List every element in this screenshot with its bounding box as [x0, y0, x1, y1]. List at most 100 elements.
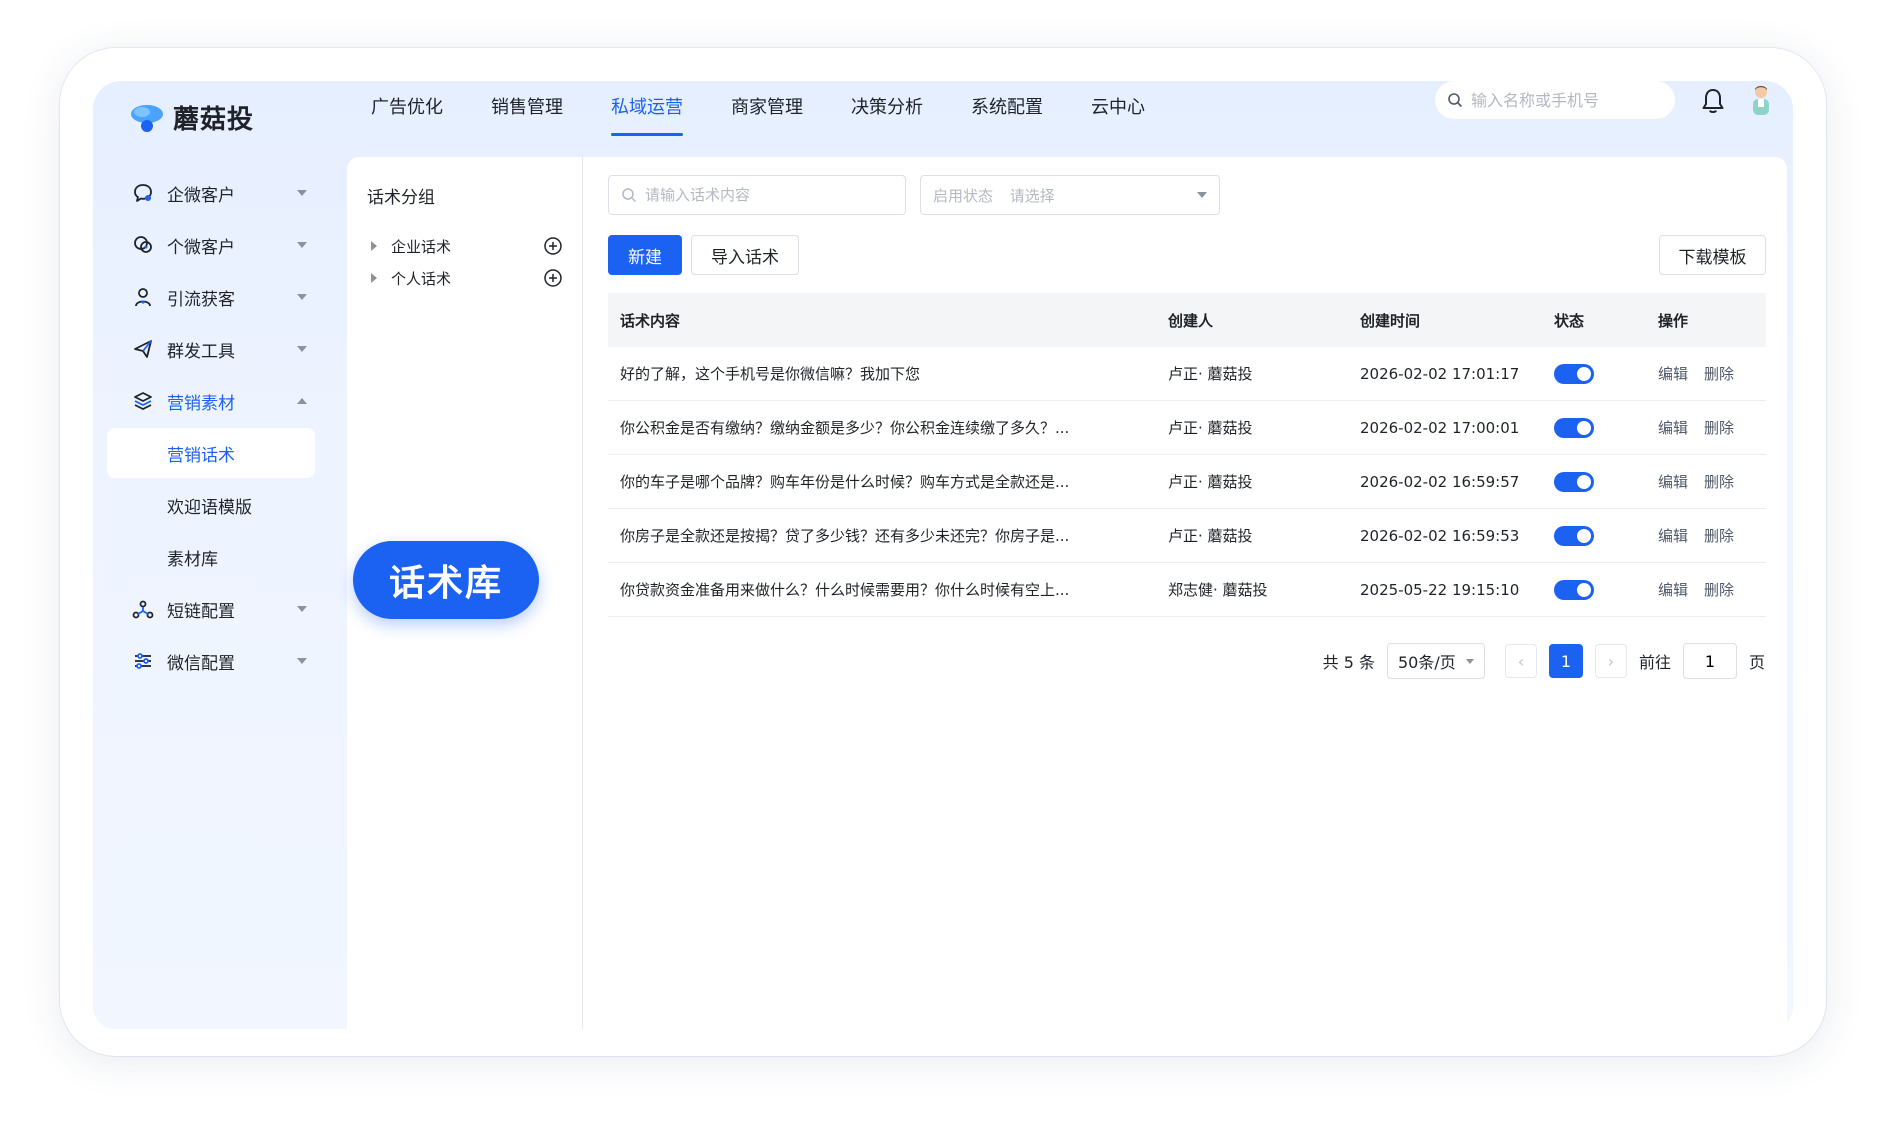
sidebar-subitem-material-library[interactable]: 素材库	[107, 532, 315, 582]
sidebar-item-label: 营销素材	[167, 393, 235, 414]
new-button[interactable]: 新建	[608, 235, 682, 275]
header-actions: 操作	[1658, 311, 1689, 330]
cell-creator: 卢正· 蘑菇投	[1168, 527, 1253, 545]
next-page-button[interactable]: ›	[1594, 644, 1627, 678]
sidebar-item-wecom-customers[interactable]: 企微客户	[107, 167, 315, 219]
network-icon	[131, 597, 155, 621]
groups-title: 话术分组	[367, 188, 435, 208]
status-toggle[interactable]	[1554, 579, 1594, 600]
page-number-current[interactable]: 1	[1548, 644, 1583, 678]
chevron-down-icon	[297, 658, 307, 664]
scripts-table: 话术内容 创建人 创建时间 状态 操作 好的了解，这个手机号是你微信嘛？我加下您…	[608, 293, 1766, 617]
edit-button[interactable]: 编辑	[1658, 525, 1688, 546]
top-navbar: 蘑菇投 广告优化 销售管理 私域运营 商家管理 决策分析 系统配置 云中心	[93, 81, 1793, 157]
app-window: 蘑菇投 广告优化 销售管理 私域运营 商家管理 决策分析 系统配置 云中心 输入…	[93, 81, 1793, 1029]
edit-button[interactable]: 编辑	[1658, 417, 1688, 438]
table-row: 你贷款资金准备用来做什么？什么时候需要用？你什么时候有空上... 郑志健· 蘑菇…	[608, 563, 1766, 617]
nav-cloud-center[interactable]: 云中心	[1067, 81, 1169, 157]
status-toggle[interactable]	[1554, 363, 1594, 384]
delete-button[interactable]: 删除	[1704, 579, 1734, 600]
download-template-button[interactable]: 下载模板	[1659, 235, 1766, 275]
chevron-down-icon	[297, 242, 307, 248]
nav-ad-optimization[interactable]: 广告优化	[347, 81, 467, 157]
sliders-icon	[131, 649, 155, 673]
nav-system-config[interactable]: 系统配置	[947, 81, 1067, 157]
cell-creator: 卢正· 蘑菇投	[1168, 419, 1253, 437]
goto-page-input[interactable]	[1682, 643, 1737, 679]
cell-time: 2026-02-02 16:59:53	[1360, 526, 1520, 545]
user-icon	[131, 285, 155, 309]
cell-time: 2026-02-02 17:00:01	[1360, 418, 1520, 437]
group-item-enterprise[interactable]: 企业话术	[367, 231, 563, 261]
group-item-personal[interactable]: 个人话术	[367, 263, 563, 293]
nav-merchant-management[interactable]: 商家管理	[707, 81, 827, 157]
caret-right-icon[interactable]	[371, 241, 377, 251]
header-content: 话术内容	[620, 311, 681, 330]
table-row: 好的了解，这个手机号是你微信嘛？我加下您 卢正· 蘑菇投 2026-02-02 …	[608, 347, 1766, 401]
group-item-label: 个人话术	[391, 269, 452, 288]
delete-button[interactable]: 删除	[1704, 363, 1734, 384]
status-select[interactable]: 启用状态 请选择	[920, 175, 1220, 215]
caret-right-icon[interactable]	[371, 273, 377, 283]
cell-content: 你房子是全款还是按揭？贷了多少钱？还有多少未还完？你房子是...	[620, 527, 1070, 545]
global-search-input[interactable]	[1471, 90, 1661, 110]
delete-button[interactable]: 删除	[1704, 417, 1734, 438]
layers-icon	[131, 389, 155, 413]
search-icon	[1448, 93, 1463, 108]
scripts-main: 启用状态 请选择 新建 导入话术 下载模板 话术内容 创建人 创建时间 状态 操…	[583, 157, 1787, 1029]
pagination: 共 5 条 50条/页 ‹ 1 › 前往 页	[1323, 643, 1765, 679]
sidebar-item-personal-wechat[interactable]: 个微客户	[107, 219, 315, 271]
cell-content: 你公积金是否有缴纳？缴纳金额是多少？你公积金连续缴了多久？...	[620, 419, 1070, 437]
cell-time: 2026-02-02 17:01:17	[1360, 364, 1520, 383]
header-created-time: 创建时间	[1360, 311, 1421, 330]
edit-button[interactable]: 编辑	[1658, 471, 1688, 492]
chevron-down-icon	[297, 294, 307, 300]
content-search[interactable]	[608, 175, 906, 215]
cell-time: 2025-05-22 19:15:10	[1360, 580, 1520, 599]
prev-page-button[interactable]: ‹	[1504, 644, 1537, 678]
status-toggle[interactable]	[1554, 471, 1594, 492]
sidebar-item-label: 个微客户	[167, 237, 235, 258]
app-name: 蘑菇投	[173, 105, 255, 135]
content-panel: 话术分组 企业话术 个人话术 启用状态	[347, 157, 1787, 1029]
status-toggle[interactable]	[1554, 417, 1594, 438]
edit-button[interactable]: 编辑	[1658, 579, 1688, 600]
sidebar-item-wechat-config[interactable]: 微信配置	[107, 635, 315, 687]
logo[interactable]: 蘑菇投	[129, 99, 254, 136]
page-size-value: 50条/页	[1397, 653, 1456, 672]
nav-private-domain[interactable]: 私域运营	[587, 81, 707, 157]
bell-icon[interactable]	[1700, 87, 1726, 115]
content-search-input[interactable]	[645, 186, 865, 204]
add-circle-icon[interactable]	[543, 268, 563, 288]
status-select-label: 启用状态	[933, 186, 994, 205]
group-item-label: 企业话术	[391, 237, 452, 256]
cell-time: 2026-02-02 16:59:57	[1360, 472, 1520, 491]
table-row: 你的车子是哪个品牌？购车年份是什么时候？购车方式是全款还是... 卢正· 蘑菇投…	[608, 455, 1766, 509]
sidebar-item-marketing-materials[interactable]: 营销素材	[107, 375, 315, 427]
main-nav: 广告优化 销售管理 私域运营 商家管理 决策分析 系统配置 云中心	[347, 81, 1169, 157]
sidebar-item-mass-send[interactable]: 群发工具	[107, 323, 315, 375]
cell-creator: 卢正· 蘑菇投	[1168, 365, 1253, 383]
sidebar-subitem-marketing-scripts[interactable]: 营销话术	[107, 428, 315, 478]
send-icon	[131, 337, 155, 361]
delete-button[interactable]: 删除	[1704, 525, 1734, 546]
sidebar-subitem-welcome-templates[interactable]: 欢迎语模版	[107, 480, 315, 530]
sidebar-item-short-link[interactable]: 短链配置	[107, 583, 315, 635]
edit-button[interactable]: 编辑	[1658, 363, 1688, 384]
page-size-select[interactable]: 50条/页	[1386, 643, 1485, 679]
import-scripts-button[interactable]: 导入话术	[691, 235, 799, 275]
nav-decision-analysis[interactable]: 决策分析	[827, 81, 947, 157]
table-header: 话术内容 创建人 创建时间 状态 操作	[608, 293, 1766, 347]
global-search[interactable]	[1435, 81, 1675, 119]
chevron-down-icon	[297, 346, 307, 352]
cell-creator: 卢正· 蘑菇投	[1168, 473, 1253, 491]
sidebar-item-label: 微信配置	[167, 653, 235, 674]
delete-button[interactable]: 删除	[1704, 471, 1734, 492]
nav-sales-management[interactable]: 销售管理	[467, 81, 587, 157]
script-library-callout: 话术库	[353, 541, 539, 619]
avatar[interactable]	[1749, 83, 1773, 117]
table-row: 你房子是全款还是按揭？贷了多少钱？还有多少未还完？你房子是... 卢正· 蘑菇投…	[608, 509, 1766, 563]
add-circle-icon[interactable]	[543, 236, 563, 256]
sidebar-item-lead-generation[interactable]: 引流获客	[107, 271, 315, 323]
status-toggle[interactable]	[1554, 525, 1594, 546]
